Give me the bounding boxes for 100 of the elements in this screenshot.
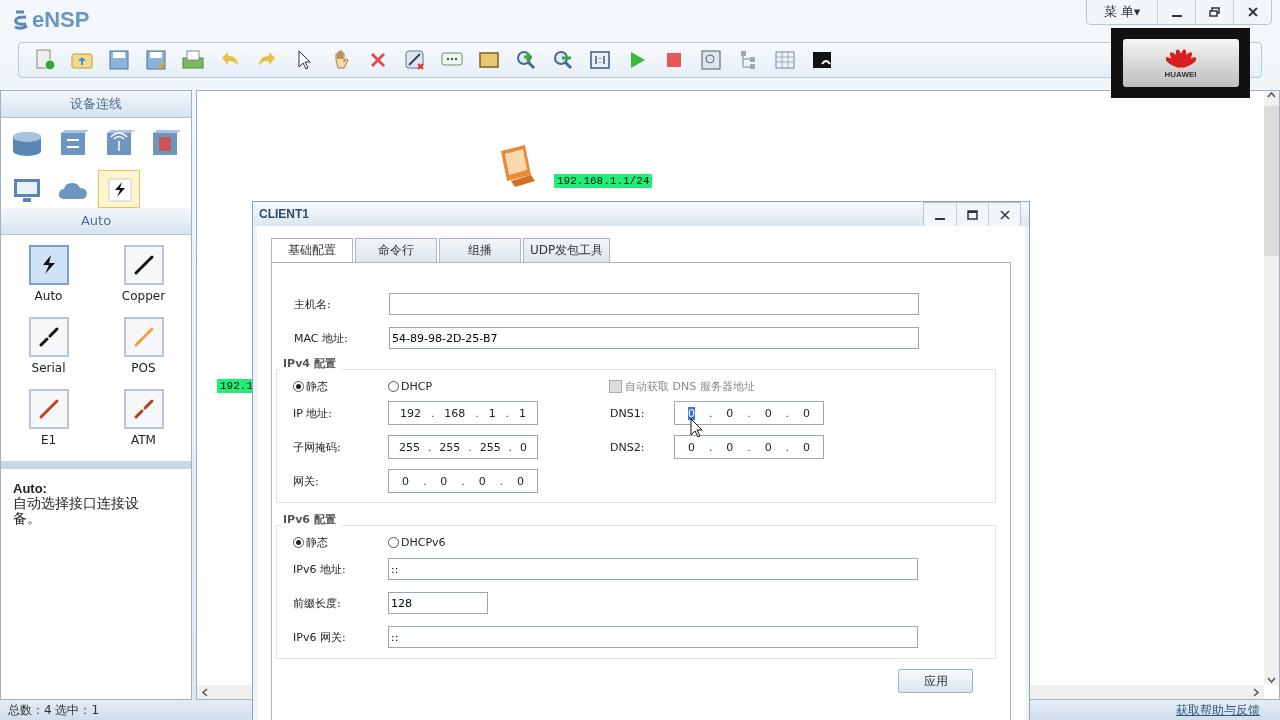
description-title: Auto: <box>13 480 48 496</box>
octet: 0 <box>687 440 695 454</box>
octet: 0 <box>478 474 486 488</box>
maximize-icon <box>967 210 978 220</box>
octet: 0 <box>803 440 810 454</box>
field-label: 网关: <box>293 473 320 489</box>
octet: 0 <box>687 406 695 420</box>
octet-separator: . <box>461 474 465 488</box>
octet: 0 <box>517 474 524 488</box>
radio-button[interactable]: DHCPv6 <box>388 535 508 549</box>
octet-separator: . <box>785 406 790 420</box>
description-text: 自动选择接口连接设备。 <box>13 495 140 526</box>
ipv6-gateway-field[interactable]: :: <box>388 626 918 648</box>
octet: 168 <box>444 406 466 420</box>
radio-button[interactable]: 静态 <box>293 534 388 550</box>
cable-label: Copper <box>121 288 166 303</box>
print-icon[interactable] <box>181 48 205 72</box>
panel-subtitle: Auto <box>1 207 191 235</box>
octet-separator: . <box>468 440 472 454</box>
app-title: eNSP <box>32 7 90 33</box>
cable-label: ATM <box>131 432 156 447</box>
group-title: IPv4 配置 <box>281 356 342 371</box>
ip-label: 192.168.1.1/24 <box>554 173 653 188</box>
octet-separator: . <box>475 406 479 420</box>
field-label: DNS1: <box>610 406 646 420</box>
petal-icon <box>1165 47 1196 69</box>
octet-separator: . <box>430 406 435 420</box>
scroll-right-icon <box>1251 687 1260 697</box>
cable-label: E1 <box>40 432 57 447</box>
octet: 0 <box>803 406 810 420</box>
tab[interactable]: 组播 <box>439 238 521 262</box>
field-label: MAC 地址: <box>294 330 349 346</box>
close-icon <box>1247 7 1258 17</box>
save-icon[interactable] <box>107 48 131 72</box>
field-label: 前缀长度: <box>293 595 342 611</box>
octet-separator: . <box>499 474 504 488</box>
minimize-icon <box>935 218 945 220</box>
scroll-up-icon <box>1267 90 1276 100</box>
cable-label: Serial <box>31 360 66 375</box>
delete-link-icon[interactable] <box>403 48 427 72</box>
restore-icon <box>1209 7 1220 17</box>
apply-button[interactable]: 应用 <box>898 669 973 693</box>
new-file-icon[interactable] <box>33 48 57 72</box>
dns-field[interactable]: 0 . 0 . 0 . 0 <box>674 401 824 425</box>
mask-field[interactable]: 255 . 255 . 255 . 0 <box>388 435 538 459</box>
logo-icon <box>12 9 30 31</box>
octet: 1 <box>488 406 496 420</box>
zoom-out-icon[interactable] <box>551 48 575 72</box>
minimize-icon <box>1171 15 1182 17</box>
octet: 0 <box>440 474 448 488</box>
capture-icon[interactable] <box>699 48 723 72</box>
octet-separator: . <box>747 440 751 454</box>
scroll-left-icon <box>201 687 210 697</box>
panel-title: 设备连线 <box>1 90 191 118</box>
octet-separator: . <box>508 440 513 454</box>
ip-field[interactable]: 192 . 168 . 1 . 1 <box>388 401 538 425</box>
menu-button[interactable]: 菜 单▾ <box>1087 0 1157 24</box>
octet: 0 <box>726 440 734 454</box>
cable-label: POS <box>131 360 156 375</box>
actual-size-icon[interactable] <box>588 48 612 72</box>
tab[interactable]: 命令行 <box>355 238 437 262</box>
dns-field[interactable]: 0 . 0 . 0 . 0 <box>674 435 824 459</box>
radio-button[interactable]: 静态 <box>293 378 388 394</box>
help-link[interactable]: 获取帮助与反馈 <box>1176 701 1260 719</box>
ipv6-address-field[interactable]: :: <box>388 558 918 580</box>
dialog-title: CLIENT1 <box>259 207 309 221</box>
field-label: 主机名: <box>294 296 332 312</box>
mouse-cursor-icon <box>690 418 704 438</box>
vertical-scrollbar[interactable] <box>1264 90 1279 686</box>
octet-separator: . <box>708 406 713 420</box>
field-label: IP 地址: <box>293 405 334 421</box>
hostname-field[interactable] <box>389 293 919 315</box>
cable-button[interactable] <box>123 244 164 285</box>
zoom-in-icon[interactable] <box>514 48 538 72</box>
save-as-icon[interactable] <box>144 48 168 72</box>
prefix-length-field[interactable]: 128 <box>388 592 488 614</box>
group-title: IPv6 配置 <box>281 512 342 527</box>
status-text: 总数：4 选中：1 <box>8 701 100 719</box>
radio-button[interactable]: DHCP <box>388 379 609 393</box>
field-label: 子网掩码: <box>293 439 342 455</box>
tab[interactable]: 基础配置 <box>271 238 353 262</box>
cable-button[interactable] <box>28 244 69 285</box>
field-label: DNS2: <box>610 440 646 454</box>
octet-separator: . <box>708 440 713 454</box>
field-label: IPv6 地址: <box>293 561 347 577</box>
octet: 0 <box>764 440 772 454</box>
gateway-field[interactable]: 0 . 0 . 0 . 0 <box>388 469 538 493</box>
tab[interactable]: UDP发包工具 <box>523 238 611 262</box>
table-icon[interactable] <box>773 48 797 72</box>
octet: 192 <box>399 406 421 420</box>
octet: 0 <box>520 440 527 454</box>
octet: 0 <box>764 406 772 420</box>
device-category[interactable] <box>98 169 140 208</box>
brand-name: HUAWEI <box>1164 70 1197 79</box>
mac-field[interactable]: 54-89-98-2D-25-B7 <box>389 327 919 349</box>
scroll-down-icon <box>1267 676 1276 686</box>
cable-button[interactable] <box>28 316 69 357</box>
octet: 255 <box>398 440 420 454</box>
octet: 1 <box>519 406 526 420</box>
octet-separator: . <box>427 440 432 454</box>
